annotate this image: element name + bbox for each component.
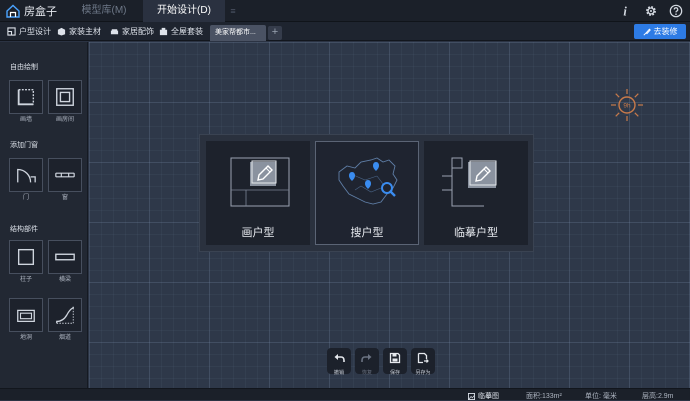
trace-floorplan-icon bbox=[442, 157, 497, 207]
door-icon bbox=[17, 168, 36, 183]
redo-icon bbox=[361, 354, 372, 362]
package-icon bbox=[159, 27, 168, 36]
card-title: 临摹户型 bbox=[454, 227, 498, 239]
window-icon bbox=[55, 172, 75, 178]
tool-draw-room[interactable]: 画房间 bbox=[48, 80, 82, 124]
status-bar: 临摹图 面积:133m² 单位: 毫米 层高:2.9m bbox=[0, 388, 690, 400]
save-as-label: 另存为 bbox=[415, 370, 431, 376]
card-draw-floorplan[interactable]: 画户型 bbox=[206, 141, 310, 245]
tool-label: 烟道 bbox=[58, 335, 71, 341]
flue-icon bbox=[56, 306, 74, 324]
draw-wall-icon bbox=[17, 88, 35, 106]
card-title: 画户型 bbox=[241, 227, 275, 239]
category-label: 家装主材 bbox=[69, 27, 101, 36]
redo-label: 恢复 bbox=[361, 370, 372, 376]
tool-floor-hole[interactable]: 地洞 bbox=[9, 298, 43, 342]
category-label: 家居配饰 bbox=[122, 27, 154, 36]
category-package[interactable]: 全屋套装 bbox=[159, 22, 203, 41]
brush-icon bbox=[642, 28, 651, 36]
tool-flue[interactable]: 烟道 bbox=[48, 298, 82, 342]
go-decorate-label: 去装修 bbox=[653, 27, 678, 36]
undo-button[interactable]: 撤销 bbox=[327, 348, 351, 376]
tab-start-design[interactable]: 开始设计(D) bbox=[143, 0, 225, 22]
tool-label: 柱子 bbox=[19, 277, 32, 283]
tool-draw-wall[interactable]: 画墙 bbox=[9, 80, 43, 124]
save-as-icon bbox=[417, 352, 429, 364]
save-as-button[interactable]: 另存为 bbox=[411, 348, 435, 376]
card-title: 搜户型 bbox=[350, 227, 384, 239]
category-decor[interactable]: 家居配饰 bbox=[110, 22, 154, 41]
tool-label: 横梁 bbox=[58, 277, 71, 283]
category-floorplan[interactable]: 户型设计 bbox=[7, 22, 51, 41]
undo-label: 撤销 bbox=[333, 370, 344, 376]
app-logo[interactable]: 房盒子 bbox=[6, 3, 57, 19]
redo-button[interactable]: 恢复 bbox=[355, 348, 379, 376]
house-logo-icon bbox=[6, 4, 20, 18]
sofa-icon bbox=[110, 29, 119, 35]
category-bar: 户型设计 家装主材 家居配饰 全屋套装 美家帮都市... + 去装修 bbox=[0, 22, 690, 41]
floorplan-start-dialog: 画户型 搜户型 临摹户型 bbox=[199, 134, 534, 252]
top-bar: 房盒子 模型库(M) 开始设计(D) ≡ i bbox=[0, 0, 690, 22]
draw-room-icon bbox=[56, 88, 74, 106]
tool-window[interactable]: 窗 bbox=[48, 158, 82, 202]
tool-label: 窗 bbox=[61, 195, 68, 201]
floorplan-icon bbox=[7, 27, 16, 36]
design-canvas[interactable]: 9h 画户型 搜户型 临摹户型 撤销 恢复 保存 另存为 bbox=[89, 42, 690, 388]
undo-icon bbox=[334, 354, 345, 362]
go-decorate-button[interactable]: 去装修 bbox=[634, 24, 686, 39]
compass-label: 9h bbox=[623, 103, 631, 110]
beam-icon bbox=[55, 253, 75, 261]
material-icon bbox=[57, 27, 66, 36]
card-trace-floorplan[interactable]: 临摹户型 bbox=[424, 141, 528, 245]
save-button[interactable]: 保存 bbox=[383, 348, 407, 376]
tool-sidebar: 自由绘制 画墙 画房间 添加门窗 门 窗 结构部件 柱子 横梁 地洞 烟道 bbox=[0, 42, 88, 388]
category-label: 全屋套装 bbox=[171, 27, 203, 36]
tool-label: 画房间 bbox=[55, 117, 74, 123]
card-search-floorplan[interactable]: 搜户型 bbox=[315, 141, 419, 245]
tool-pillar[interactable]: 柱子 bbox=[9, 240, 43, 284]
image-icon bbox=[468, 392, 475, 400]
search-floorplan-icon bbox=[338, 157, 398, 205]
draw-floorplan-icon bbox=[230, 157, 290, 207]
tab-model-library[interactable]: 模型库(M) bbox=[66, 0, 142, 22]
section-title-doors-windows: 添加门窗 bbox=[10, 142, 38, 149]
menu-icon[interactable]: ≡ bbox=[226, 0, 240, 22]
section-title-structure: 结构部件 bbox=[10, 226, 38, 233]
help-icon[interactable] bbox=[668, 3, 684, 19]
tool-label: 地洞 bbox=[19, 335, 32, 341]
document-tab[interactable]: 美家帮都市... bbox=[210, 25, 266, 41]
pillar-icon bbox=[17, 248, 35, 266]
floor-hole-icon bbox=[17, 309, 35, 323]
app-name: 房盒子 bbox=[24, 6, 57, 18]
tool-label: 门 bbox=[22, 195, 29, 201]
compass-sun-icon[interactable]: 9h bbox=[609, 87, 645, 123]
add-tab-button[interactable]: + bbox=[268, 26, 282, 40]
category-material[interactable]: 家装主材 bbox=[57, 22, 101, 41]
save-icon bbox=[389, 352, 401, 364]
save-label: 保存 bbox=[389, 370, 400, 376]
tool-door[interactable]: 门 bbox=[9, 158, 43, 202]
gear-icon[interactable] bbox=[643, 3, 659, 19]
svg-text:i: i bbox=[623, 4, 627, 18]
tool-beam[interactable]: 横梁 bbox=[48, 240, 82, 284]
category-label: 户型设计 bbox=[19, 27, 51, 36]
tool-label: 画墙 bbox=[19, 117, 32, 123]
section-title-free-draw: 自由绘制 bbox=[10, 64, 38, 71]
info-icon[interactable]: i bbox=[618, 3, 634, 19]
